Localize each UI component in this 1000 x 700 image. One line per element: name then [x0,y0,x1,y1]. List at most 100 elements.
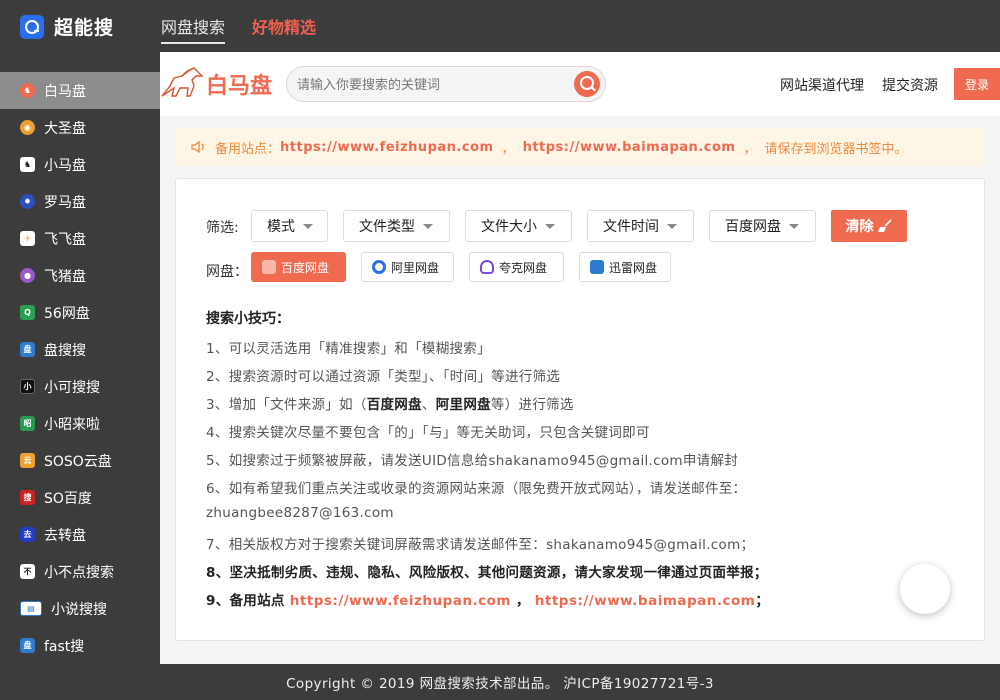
top-bar: 超能搜 网盘搜索 好物精选 [0,0,1000,52]
tips-title: 搜索小技巧： [206,311,290,327]
sidebar-item-fastsou[interactable]: 盘 fast搜 [0,627,160,664]
tip-2: 2、搜索资源时可以通过资源「类型」、「时间」等进行筛选 [206,369,561,385]
search-icon[interactable] [574,71,600,97]
sidebar-item-label: 飞飞盘 [44,231,86,248]
notice-url-1[interactable]: https://www.feizhupan.com [280,140,494,155]
pan-label: 网盘： [206,264,248,280]
tip-4: 4、搜索关键次尽量不要包含「的」「与」等无关助词，只包含关键词即可 [206,425,650,441]
sidebar-item-xiaoshuosousou[interactable]: ▤ 小说搜搜 [0,590,160,627]
notice-suffix: 请保存到浏览器书签中。 [764,141,908,157]
sidebar-item-label: 盘搜搜 [44,342,86,359]
footer-copyright: Copyright © 2019 网盘搜索技术部出品。 沪ICP备1902772… [286,676,714,692]
submit-resource-link[interactable]: 提交资源 [882,75,938,95]
sidebar-item-label: 大圣盘 [44,120,86,137]
tip-7: 7、相关版权方对于搜索关键词屏蔽需求请发送邮件至：shakanamo945@gm… [206,537,755,553]
baidu-cloud-icon [262,260,276,274]
sidebar-item-label: SO百度 [44,490,92,507]
tip-3-part: 等）进行筛选 [490,397,574,413]
tab-pan-search[interactable]: 网盘搜索 [161,14,226,44]
cloud-icon: 云 [20,453,35,468]
sidebar-item-xiaozhaolaila[interactable]: 昭 小昭来啦 [0,405,160,442]
notice-comma: ， [501,141,515,157]
channel-agent-link[interactable]: 网站渠道代理 [780,75,864,95]
tip-9-end: ； [755,593,770,609]
app-logo[interactable]: 超能搜 [20,13,114,40]
pan-icon: 盘 [20,342,35,357]
horse-icon: ♞ [20,83,35,98]
tip-3-part: 、 [421,397,436,413]
floating-action-button[interactable] [900,564,950,614]
tip-3-ali: 阿里网盘 [435,397,491,413]
pony-icon: ♞ [20,157,35,172]
search-input[interactable] [297,73,567,97]
content-header: 白马盘 网站渠道代理 提交资源 登录 [160,52,1000,116]
bu-icon: 不 [20,564,35,579]
pan-aliyun-button[interactable]: 阿里网盘 [361,252,454,282]
sidebar-item-label: 去转盘 [44,527,86,544]
sidebar-item-feizhupan[interactable]: ● 飞猪盘 [0,257,160,294]
sidebar-item-quzhuanpan[interactable]: 去 去转盘 [0,516,160,553]
monkey-icon: ◉ [20,120,35,135]
sidebar-item-xiaokesousou[interactable]: 小 小可搜搜 [0,368,160,405]
tip-3: 3、增加「文件来源」如（百度网盘、阿里网盘等）进行筛选 [206,393,574,413]
sidebar-item-baimapan[interactable]: ♞ 白马盘 [0,72,160,109]
tip-3-baidu: 百度网盘 [366,397,422,413]
tip-6: 6、如有希望我们重点关注或收录的资源网站来源（限免费开放式网站），请发送邮件至： [206,481,747,497]
qu-icon: 去 [20,527,35,542]
chevron-down-icon [303,223,313,229]
sidebar-item-luomapan[interactable]: ✹ 罗马盘 [0,183,160,220]
tip-5: 5、如搜索过于频繁被屏蔽，请发送UID信息给shakanamo945@gmail… [206,453,739,469]
sidebar: ♞ 白马盘 ◉ 大圣盘 ♞ 小马盘 ✹ 罗马盘 ✈ 飞飞盘 ● 飞猪盘 Q 56… [0,52,160,664]
sidebar-item-56pan[interactable]: Q 56网盘 [0,294,160,331]
search-options-card: 筛选: 模式 文件类型 文件大小 文件时间 百度网盘 清除 网盘： 百度网盘 阿… [175,178,985,641]
tip-9: 9、备用站点 https://www.feizhupan.com ， https… [206,589,769,609]
sidebar-item-xiaomapan[interactable]: ♞ 小马盘 [0,146,160,183]
sidebar-item-dashengpan[interactable]: ◉ 大圣盘 [0,109,160,146]
search-box [286,66,606,102]
zhao-icon: 昭 [20,416,35,431]
gear-icon: ✹ [20,194,35,209]
xunlei-icon [590,260,604,274]
dropdown-value: 文件类型 [359,219,415,235]
notice-bar: 备用站点： https://www.feizhupan.com ， https:… [175,128,985,166]
tip-6-email: zhuangbee8287@163.com [206,505,394,521]
tip-9-comma: ， [515,593,530,609]
pan-baidu-button[interactable]: 百度网盘 [251,252,346,282]
sidebar-item-feifeipan[interactable]: ✈ 飞飞盘 [0,220,160,257]
logo-icon [20,14,44,39]
pan-xunlei-button[interactable]: 迅雷网盘 [579,252,671,282]
dropdown-value: 百度网盘 [725,219,781,235]
main-content: 白马盘 网站渠道代理 提交资源 登录 备用站点： https://www.fei… [160,52,1000,664]
tab-good-picks[interactable]: 好物精选 [252,14,316,38]
tip-9-url-2[interactable]: https://www.baimapan.com [535,593,756,609]
sidebar-item-label: 小说搜搜 [51,601,107,618]
pan-quark-button[interactable]: 夸克网盘 [469,252,564,282]
pan-source-dropdown[interactable]: 百度网盘 [709,210,816,242]
sou-icon: 搜 [20,490,35,505]
sidebar-item-label: 白马盘 [44,83,86,100]
chevron-down-icon [789,223,799,229]
plane-icon: ✈ [20,231,35,246]
broom-icon [877,219,892,232]
tip-9-prefix: 9、备用站点 [206,593,285,609]
chevron-down-icon [667,223,677,229]
mode-dropdown[interactable]: 模式 [251,210,328,242]
footer: Copyright © 2019 网盘搜索技术部出品。 沪ICP备1902772… [0,664,1000,700]
file-time-dropdown[interactable]: 文件时间 [587,210,694,242]
login-button[interactable]: 登录 [954,68,1000,100]
sidebar-item-label: 56网盘 [44,305,90,322]
pan-button-label: 迅雷网盘 [609,260,658,275]
sidebar-item-xiaobudian[interactable]: 不 小不点搜索 [0,553,160,590]
file-type-dropdown[interactable]: 文件类型 [343,210,450,242]
file-size-dropdown[interactable]: 文件大小 [465,210,572,242]
notice-url-2[interactable]: https://www.baimapan.com [523,140,736,155]
sidebar-item-sobaidu[interactable]: 搜 SO百度 [0,479,160,516]
dropdown-value: 模式 [267,219,295,235]
pan-button-label: 百度网盘 [281,260,330,275]
sidebar-item-pansousou[interactable]: 盘 盘搜搜 [0,331,160,368]
sidebar-item-label: 小不点搜索 [44,564,114,581]
sidebar-item-sosoyunpan[interactable]: 云 SOSO云盘 [0,442,160,479]
search-icon: Q [20,305,35,320]
tip-9-url-1[interactable]: https://www.feizhupan.com [290,593,511,609]
clear-button[interactable]: 清除 [831,210,907,242]
